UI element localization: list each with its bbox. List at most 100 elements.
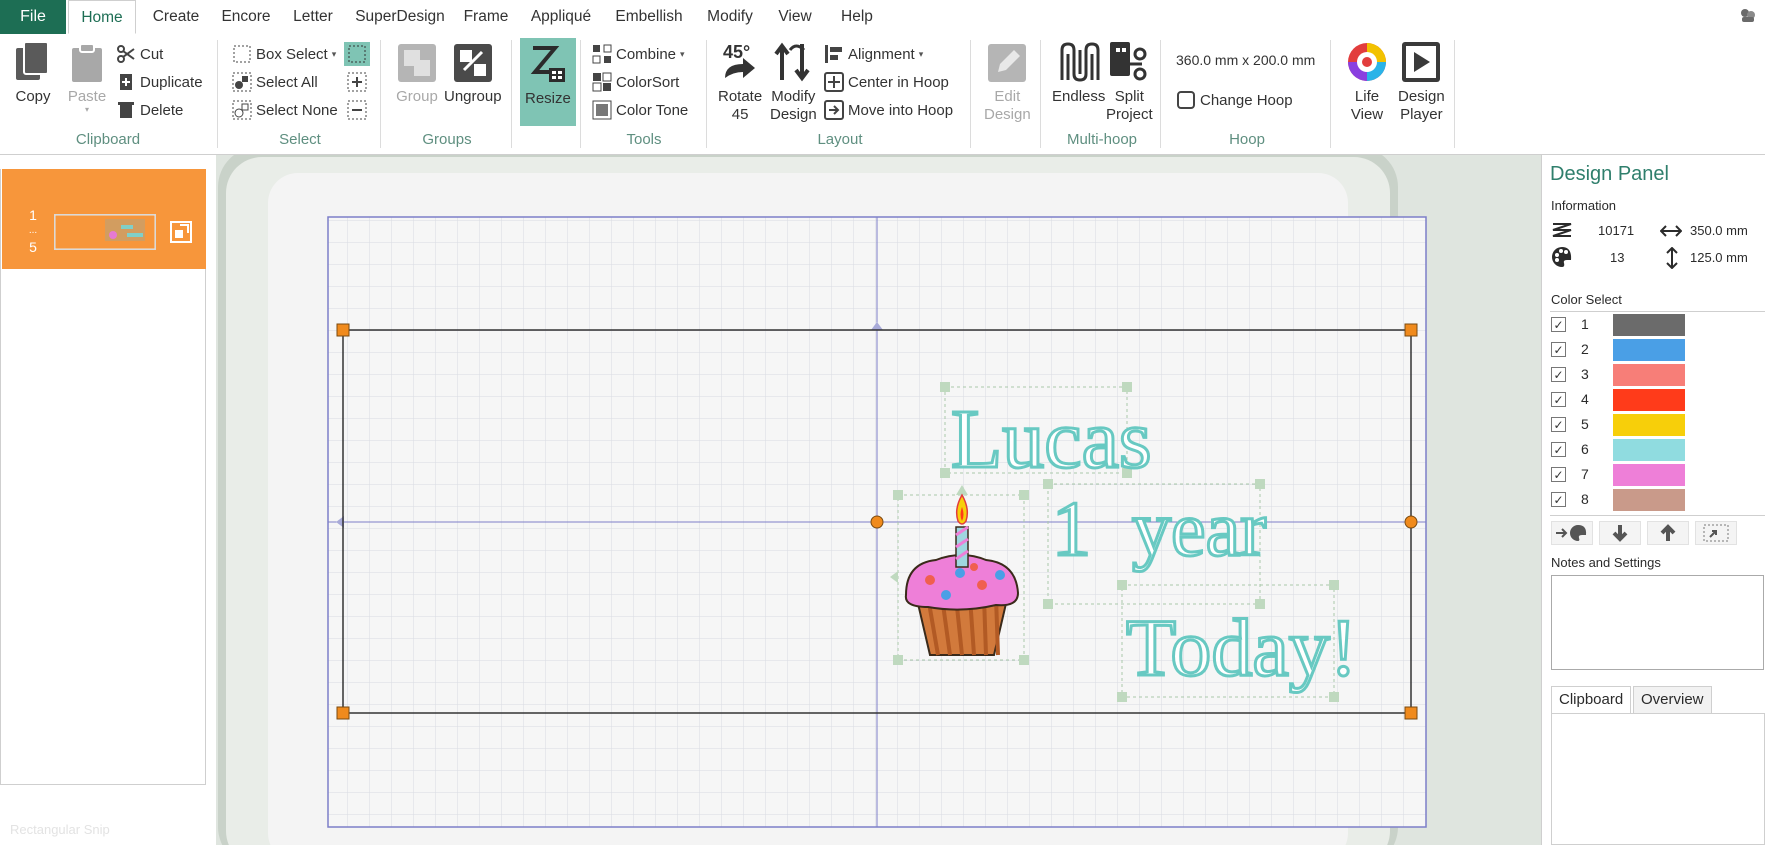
tab-letter[interactable]: Letter	[282, 0, 344, 34]
hoop-list-item[interactable]: 1 ... 5	[2, 169, 206, 269]
life-view-label-1: Life	[1354, 88, 1380, 105]
edit-design-button[interactable]: Edit Design	[984, 40, 1031, 124]
center-in-hoop-button[interactable]: Center in Hoop	[824, 70, 949, 94]
duplicate-button[interactable]: Duplicate	[116, 70, 203, 94]
color-select-tool-button[interactable]	[1695, 521, 1737, 545]
color-checkbox[interactable]: ✓	[1551, 392, 1566, 407]
view-group: Life View Design Player	[1334, 34, 1456, 154]
box-select-button[interactable]: Box Select ▾	[232, 42, 336, 66]
tab-clipboard[interactable]: Clipboard	[1551, 686, 1632, 714]
select-all-button[interactable]: Select All	[232, 70, 318, 94]
life-view-button[interactable]: Life View	[1346, 40, 1388, 124]
tab-encore[interactable]: Encore	[212, 0, 280, 34]
resize-handle-bottom-left[interactable]	[336, 706, 350, 720]
color-palette-button[interactable]	[1551, 521, 1593, 545]
delete-button[interactable]: Delete	[116, 98, 183, 122]
tools-group: Combine ▾ ColorSort Color Tone Tools	[584, 34, 704, 154]
color-row[interactable]: ✓ 3	[1551, 363, 1765, 387]
color-swatch[interactable]	[1613, 439, 1685, 461]
paste-button[interactable]: Paste ▾	[66, 40, 108, 114]
design-player-button[interactable]: Design Player	[1398, 40, 1445, 124]
group-divider	[580, 40, 581, 148]
color-checkbox[interactable]: ✓	[1551, 492, 1566, 507]
resize-handle-bottom-right[interactable]	[1404, 706, 1418, 720]
color-swatch[interactable]	[1613, 314, 1685, 336]
color-swatch[interactable]	[1613, 489, 1685, 511]
rotate-center-handle[interactable]	[870, 515, 884, 529]
edit-design-icon	[988, 44, 1027, 82]
color-number: 1	[1581, 316, 1589, 332]
tab-applique[interactable]: Appliqué	[526, 0, 596, 34]
color-checkbox[interactable]: ✓	[1551, 442, 1566, 457]
file-menu-button[interactable]: File	[0, 0, 66, 34]
tab-modify[interactable]: Modify	[700, 0, 760, 34]
box-select-icon	[233, 45, 251, 63]
move-color-down-button[interactable]	[1599, 521, 1641, 545]
resize-handle-top-right[interactable]	[1404, 323, 1418, 337]
cut-button[interactable]: Cut	[116, 42, 163, 66]
hoop-range: 1 ... 5	[26, 207, 40, 255]
color-checkbox[interactable]: ✓	[1551, 317, 1566, 332]
select-mode-button[interactable]	[344, 42, 370, 66]
color-swatch[interactable]	[1613, 364, 1685, 386]
colorsort-button[interactable]: ColorSort	[592, 70, 679, 94]
today-text: Today!	[1126, 602, 1357, 693]
tab-help[interactable]: Help	[836, 0, 878, 34]
copy-button[interactable]: Copy	[12, 40, 54, 106]
group-divider	[1040, 40, 1041, 148]
tab-view[interactable]: View	[772, 0, 818, 34]
add-to-selection-button[interactable]	[347, 72, 367, 92]
color-checkbox[interactable]: ✓	[1551, 342, 1566, 357]
change-hoop-button[interactable]: Change Hoop	[1176, 88, 1293, 112]
alignment-button[interactable]: Alignment ▾	[824, 42, 923, 66]
modify-design-label-1: Modify	[771, 88, 816, 105]
color-row[interactable]: ✓ 4	[1551, 388, 1765, 412]
color-row[interactable]: ✓ 1	[1551, 313, 1765, 337]
tab-overview[interactable]: Overview	[1633, 686, 1712, 714]
split-project-button[interactable]: Split Project	[1106, 40, 1153, 124]
tab-create[interactable]: Create	[142, 0, 210, 34]
color-row[interactable]: ✓ 2	[1551, 338, 1765, 362]
resize-button[interactable]: Resize	[520, 38, 576, 126]
move-color-up-button[interactable]	[1647, 521, 1689, 545]
life-view-icon	[1348, 43, 1386, 81]
design-canvas[interactable]: Lucas 1 year Today!	[216, 155, 1541, 845]
color-row[interactable]: ✓ 7	[1551, 463, 1765, 487]
paste-dropdown-caret[interactable]: ▾	[85, 106, 89, 114]
rotate-45-button[interactable]: 45° Rotate 45	[718, 40, 762, 124]
tab-embellish[interactable]: Embellish	[612, 0, 686, 34]
hoop-expand-icon[interactable]	[170, 221, 192, 243]
color-tone-icon	[592, 100, 612, 120]
color-row[interactable]: ✓ 6	[1551, 438, 1765, 462]
design-width: 350.0 mm	[1690, 223, 1748, 238]
resize-handle-right[interactable]	[1404, 515, 1418, 529]
color-swatch[interactable]	[1613, 464, 1685, 486]
color-checkbox[interactable]: ✓	[1551, 417, 1566, 432]
tab-home[interactable]: Home	[68, 0, 136, 34]
select-none-button[interactable]: Select None	[232, 98, 338, 122]
move-into-hoop-button[interactable]: Move into Hoop	[824, 98, 953, 122]
group-button[interactable]: Group	[396, 40, 438, 106]
one-text: 1	[1052, 485, 1091, 572]
color-checkbox[interactable]: ✓	[1551, 467, 1566, 482]
ungroup-button[interactable]: Ungroup	[444, 40, 502, 106]
tab-superdesign[interactable]: SuperDesign	[350, 0, 450, 34]
color-swatch[interactable]	[1613, 389, 1685, 411]
color-tone-button[interactable]: Color Tone	[592, 98, 688, 122]
color-row[interactable]: ✓ 8	[1551, 488, 1765, 512]
notes-textarea[interactable]	[1551, 575, 1764, 670]
remove-from-selection-button[interactable]	[347, 100, 367, 120]
resize-handle-top-left[interactable]	[336, 323, 350, 337]
endless-button[interactable]: Endless	[1052, 40, 1105, 106]
combine-button[interactable]: Combine ▾	[592, 42, 685, 66]
modify-design-button[interactable]: Modify Design	[770, 40, 817, 124]
split-project-label-2: Project	[1106, 106, 1153, 123]
tab-frame[interactable]: Frame	[458, 0, 514, 34]
scissors-icon	[117, 45, 135, 63]
color-row[interactable]: ✓ 5	[1551, 413, 1765, 437]
color-swatch[interactable]	[1613, 414, 1685, 436]
account-icon[interactable]	[1739, 7, 1757, 28]
color-checkbox[interactable]: ✓	[1551, 367, 1566, 382]
color-swatch[interactable]	[1613, 339, 1685, 361]
lucas-text-object[interactable]: Lucas	[940, 382, 1153, 488]
